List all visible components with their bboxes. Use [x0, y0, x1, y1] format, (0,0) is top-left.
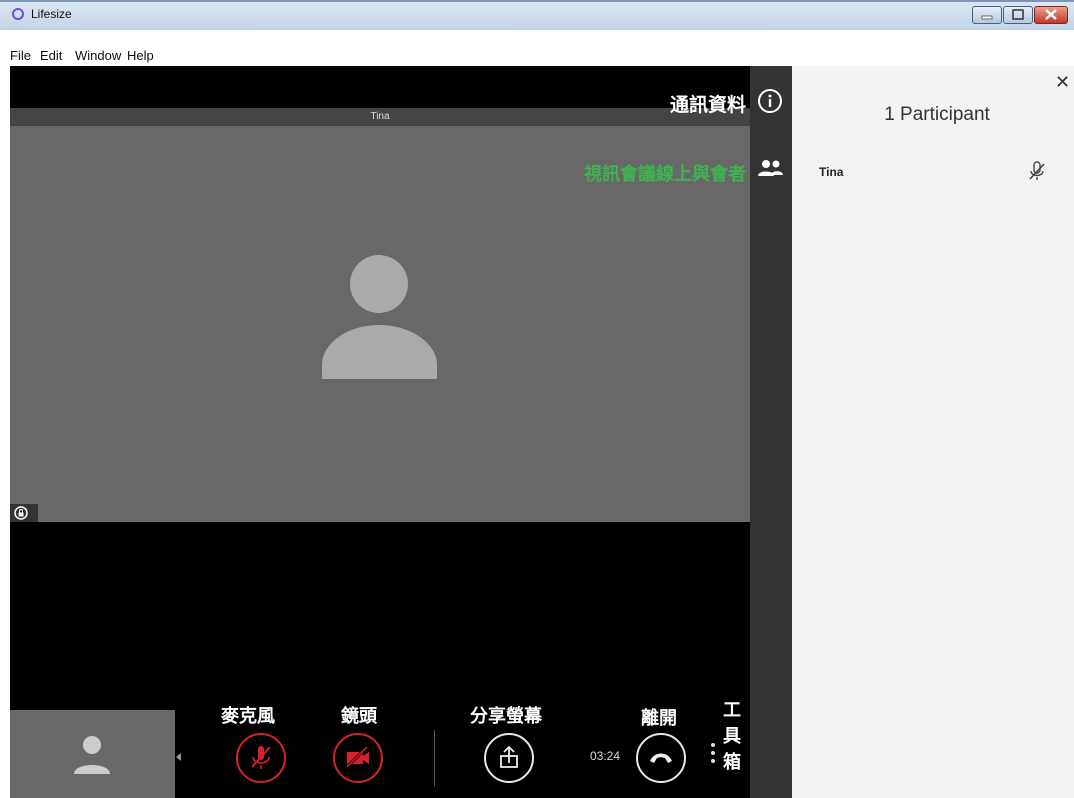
maximize-icon [1012, 9, 1024, 20]
menu-window[interactable]: Window [75, 48, 121, 63]
share-screen-icon [500, 745, 518, 768]
close-icon [1045, 9, 1057, 20]
more-options-dot[interactable] [711, 743, 715, 747]
lock-icon [14, 506, 28, 520]
share-screen-button[interactable] [484, 733, 534, 783]
share-label: 分享螢幕 [470, 706, 542, 726]
camera-toggle-button[interactable] [333, 733, 383, 783]
controls-divider [434, 730, 435, 786]
close-panel-icon[interactable]: ✕ [1055, 72, 1070, 93]
toolbox-label-char: 工 [723, 700, 741, 720]
camera-label: 鏡頭 [341, 706, 377, 726]
title-bar [0, 0, 1074, 30]
leave-label: 離開 [641, 708, 677, 728]
minimize-icon [981, 15, 993, 20]
menu-help[interactable]: Help [127, 48, 154, 63]
mic-muted-icon [251, 746, 271, 769]
window-title: Lifesize [31, 7, 72, 21]
menu-edit[interactable]: Edit [40, 48, 62, 63]
camera-off-icon [345, 745, 369, 769]
leave-call-button[interactable] [636, 733, 686, 783]
participant-list-item-name: Tina [819, 165, 844, 179]
call-timer: 03:24 [590, 749, 621, 763]
toolbox-label-char: 箱 [723, 752, 741, 772]
info-label: 通訊資料 [669, 95, 746, 116]
muted-mic-icon [1029, 161, 1045, 180]
menu-bar [0, 30, 1074, 66]
avatar-placeholder-icon [322, 255, 437, 379]
mic-toggle-button[interactable] [236, 733, 286, 783]
mic-label: 麥克風 [221, 706, 275, 726]
toolbox-label-char: 具 [723, 726, 741, 746]
info-icon[interactable] [757, 88, 783, 114]
menu-file[interactable]: File [10, 48, 31, 63]
minimize-button[interactable] [972, 6, 1002, 24]
panel-title: 1 Participant [884, 104, 990, 125]
self-avatar-icon [74, 736, 110, 774]
participants-label: 視訊會議線上與會者 [584, 164, 746, 184]
maximize-button[interactable] [1003, 6, 1033, 24]
close-window-button[interactable] [1034, 6, 1068, 24]
collapse-self-view-icon[interactable] [176, 753, 181, 761]
participants-icon[interactable] [757, 158, 783, 178]
lifesize-logo-icon [12, 8, 24, 20]
hang-up-icon [650, 753, 672, 763]
more-options-dot[interactable] [711, 751, 715, 755]
more-options-dot[interactable] [711, 759, 715, 763]
